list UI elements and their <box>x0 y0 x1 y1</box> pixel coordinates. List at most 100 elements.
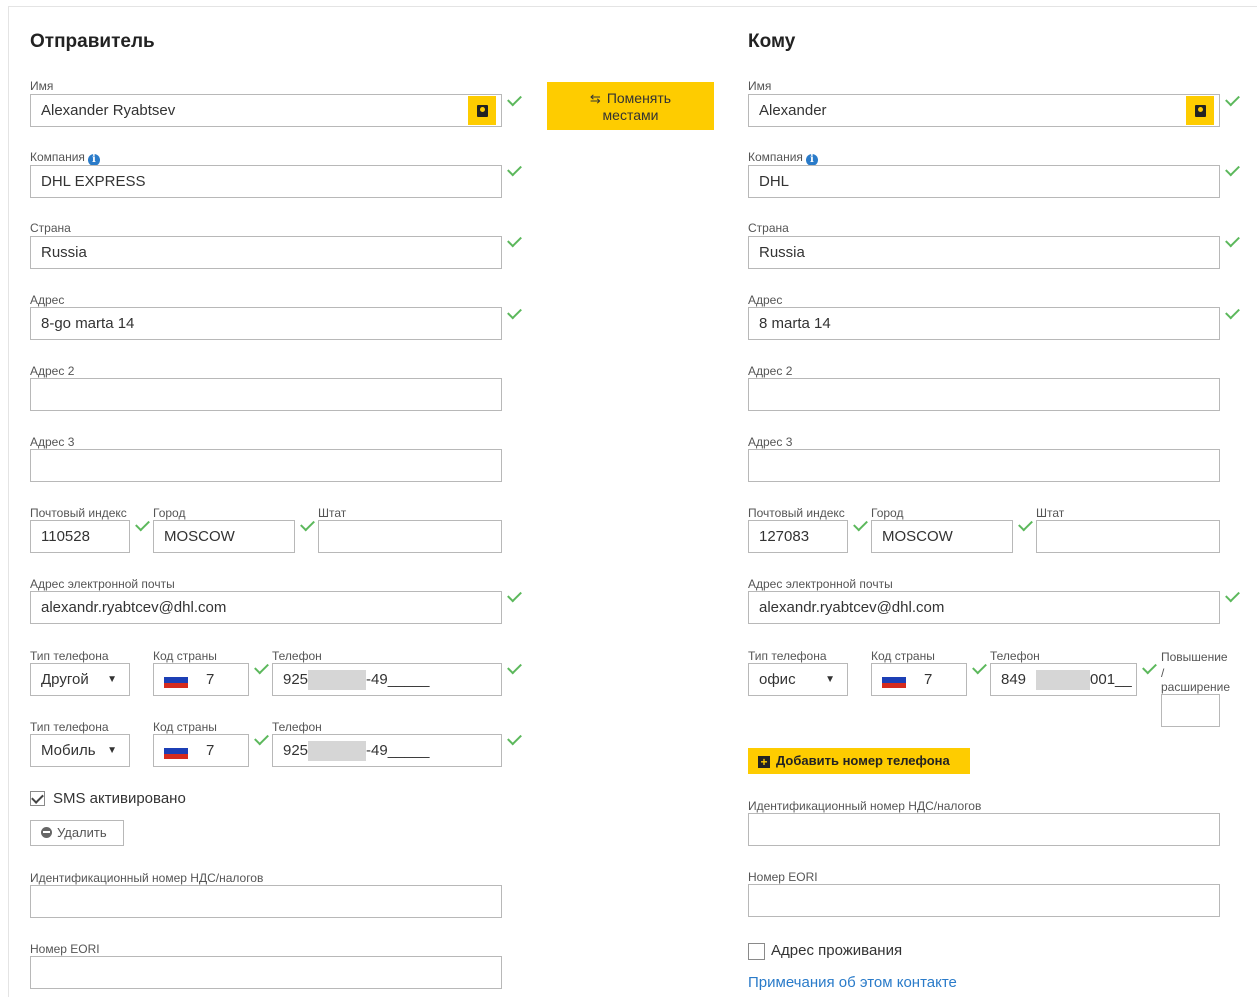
phone-suffix: -49_____ <box>366 671 430 688</box>
sender-title: Отправитель <box>30 31 155 52</box>
recipient-phone-input[interactable]: 849 001__ <box>990 663 1137 696</box>
sender-address-input[interactable]: 8-go marta 14 <box>30 307 502 340</box>
sender-company-label: Компания i <box>30 150 100 166</box>
contact-notes-link[interactable]: Примечания об этом контакте <box>748 974 957 991</box>
recipient-zip-input[interactable]: 127083 <box>748 520 848 553</box>
chevron-down-icon: ▼ <box>107 745 117 756</box>
contact-book-icon <box>476 104 488 117</box>
delete-label: Удалить <box>57 825 107 840</box>
sender-phone1-input[interactable]: 925 -49_____ <box>272 663 502 696</box>
sender-address-label: Адрес <box>30 293 65 307</box>
swap-label-line2: местами <box>602 107 659 123</box>
redacted-block <box>308 741 367 762</box>
recipient-extension-input[interactable] <box>1161 694 1220 727</box>
swap-icon: ⇆ <box>589 91 601 106</box>
sender-city-input[interactable]: MOSCOW <box>153 520 295 553</box>
sender-zip-input[interactable]: 110528 <box>30 520 130 553</box>
recipient-vat-label: Идентификационный номер НДС/налогов <box>748 799 982 813</box>
phone-prefix: 925 <box>283 671 309 688</box>
sender-address3-input[interactable] <box>30 449 502 482</box>
sender-name-label: Имя <box>30 79 54 93</box>
sender-phone1-label: Телефон <box>272 649 322 663</box>
recipient-contact-book-button[interactable] <box>1186 96 1214 125</box>
sender-address3-label: Адрес 3 <box>30 435 75 449</box>
phone-type-value: Другой <box>41 671 89 688</box>
contact-book-icon <box>1194 104 1206 117</box>
sender-eori-input[interactable] <box>30 956 502 989</box>
country-code-value: 7 <box>206 742 215 759</box>
chevron-down-icon: ▼ <box>107 674 117 685</box>
phone-type-value: Мобиль <box>41 742 96 759</box>
redacted-block <box>308 670 367 691</box>
recipient-zip-label: Почтовый индекс <box>748 506 845 520</box>
phone-type-value: офис <box>759 671 796 688</box>
russia-flag-icon <box>164 672 188 689</box>
recipient-country-label: Страна <box>748 221 789 235</box>
recipient-name-input[interactable]: Alexander <box>748 94 1220 127</box>
recipient-state-label: Штат <box>1036 506 1065 520</box>
sender-phone1-code-input[interactable]: 7 <box>153 663 249 696</box>
sender-state-input[interactable] <box>318 520 502 553</box>
sms-activated-label: SMS активировано <box>53 790 186 807</box>
recipient-eori-label: Номер EORI <box>748 870 818 884</box>
sms-activated-checkbox[interactable] <box>30 791 45 806</box>
sender-city-label: Город <box>153 506 186 520</box>
sender-phone2-label: Телефон <box>272 720 322 734</box>
recipient-extension-label-line3: расширение <box>1161 680 1231 694</box>
sender-email-label: Адрес электронной почты <box>30 577 175 591</box>
sender-eori-label: Номер EORI <box>30 942 100 956</box>
plus-square-icon: + <box>758 756 770 768</box>
sender-state-label: Штат <box>318 506 347 520</box>
recipient-city-input[interactable]: MOSCOW <box>871 520 1013 553</box>
recipient-vat-input[interactable] <box>748 813 1220 846</box>
extension-label-line1: Повышение <box>1161 650 1228 664</box>
sender-country-input[interactable]: Russia <box>30 236 502 269</box>
sender-phone1-code-label: Код страны <box>153 649 217 663</box>
phone-prefix: 925 <box>283 742 309 759</box>
recipient-email-input[interactable]: alexandr.ryabtcev@dhl.com <box>748 591 1220 624</box>
recipient-state-input[interactable] <box>1036 520 1220 553</box>
sender-phone2-code-input[interactable]: 7 <box>153 734 249 767</box>
recipient-company-input[interactable]: DHL <box>748 165 1220 198</box>
recipient-phone-type-select[interactable]: офис ▼ <box>748 663 848 696</box>
phone-prefix: 849 <box>1001 671 1027 688</box>
recipient-eori-input[interactable] <box>748 884 1220 917</box>
recipient-phone-code-input[interactable]: 7 <box>871 663 967 696</box>
recipient-phone-code-label: Код страны <box>871 649 935 663</box>
recipient-address2-input[interactable] <box>748 378 1220 411</box>
sender-address2-input[interactable] <box>30 378 502 411</box>
recipient-title: Кому <box>748 31 796 52</box>
country-code-value: 7 <box>206 671 215 688</box>
sender-zip-label: Почтовый индекс <box>30 506 127 520</box>
recipient-city-label: Город <box>871 506 904 520</box>
sender-vat-input[interactable] <box>30 885 502 918</box>
swap-label-line1: Поменять <box>606 90 672 106</box>
recipient-country-input[interactable]: Russia <box>748 236 1220 269</box>
recipient-address3-input[interactable] <box>748 449 1220 482</box>
delete-phone-button[interactable]: Удалить <box>30 820 124 846</box>
recipient-company-label: Компания i <box>748 150 818 166</box>
add-phone-button[interactable]: + Добавить номер телефона <box>748 748 970 774</box>
recipient-phone-label: Телефон <box>990 649 1040 663</box>
sender-phone2-input[interactable]: 925 -49_____ <box>272 734 502 767</box>
recipient-address-input[interactable]: 8 marta 14 <box>748 307 1220 340</box>
recipient-name-label: Имя <box>748 79 772 93</box>
sender-email-input[interactable]: alexandr.ryabtcev@dhl.com <box>30 591 502 624</box>
form-frame <box>8 6 1257 997</box>
swap-button[interactable]: ⇆ Поменять местами <box>547 82 714 130</box>
sender-phone2-type-select[interactable]: Мобиль ▼ <box>30 734 130 767</box>
sender-company-input[interactable]: DHL EXPRESS <box>30 165 502 198</box>
recipient-phone-type-label: Тип телефона <box>748 649 827 663</box>
residential-address-checkbox[interactable] <box>748 943 765 960</box>
phone-suffix: -49_____ <box>366 742 430 759</box>
add-phone-label: Добавить номер телефона <box>776 753 950 768</box>
recipient-address2-label: Адрес 2 <box>748 364 793 378</box>
recipient-extension-label: Повышение / <box>1161 649 1228 681</box>
sender-name-input[interactable]: Alexander Ryabtsev <box>30 94 502 127</box>
country-code-value: 7 <box>924 671 933 688</box>
sender-vat-label: Идентификационный номер НДС/налогов <box>30 871 264 885</box>
redacted-block <box>1036 670 1091 691</box>
sender-phone1-type-select[interactable]: Другой ▼ <box>30 663 130 696</box>
sender-contact-book-button[interactable] <box>468 96 496 125</box>
sender-phone1-type-label: Тип телефона <box>30 649 109 663</box>
